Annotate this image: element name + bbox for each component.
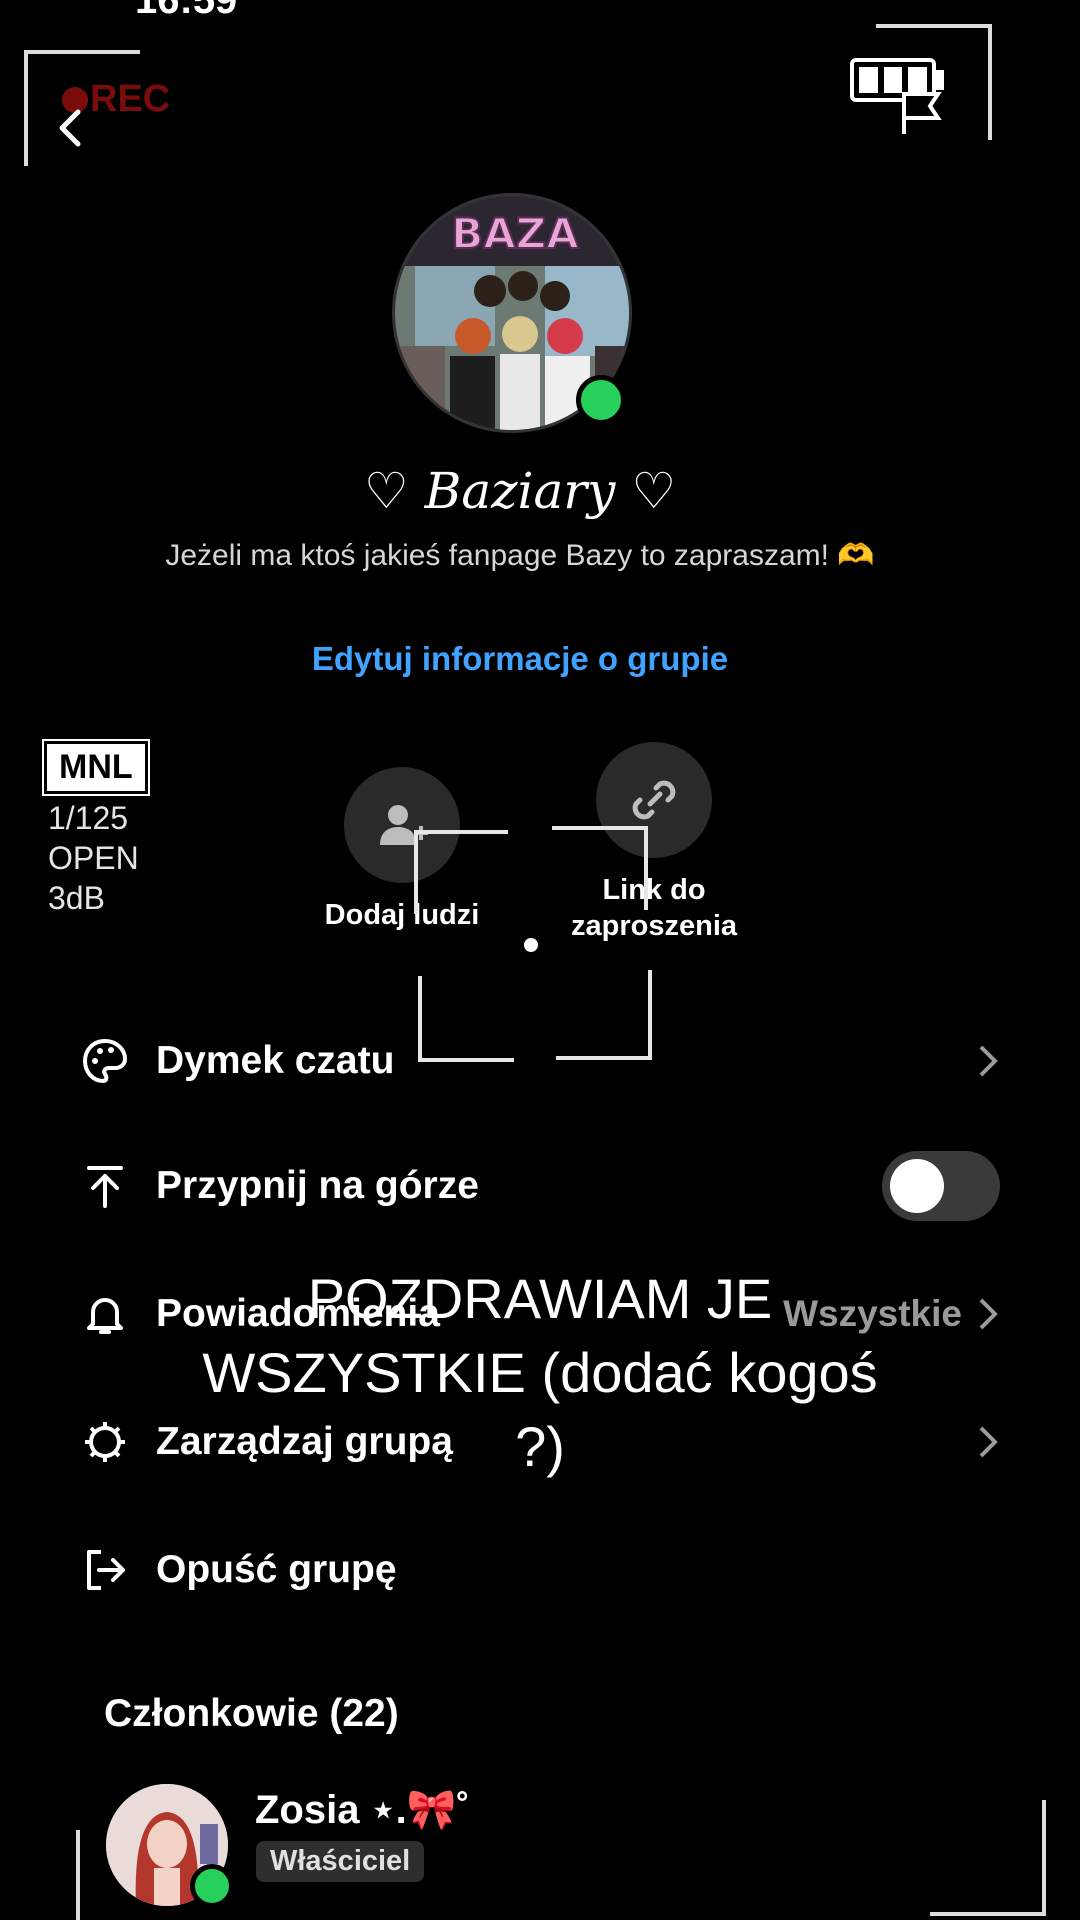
toggle-knob — [890, 1159, 944, 1213]
pin-top-toggle[interactable] — [882, 1151, 1000, 1221]
chat-bubble-label: Dymek czatu — [156, 1039, 395, 1082]
flag-icon — [902, 92, 942, 134]
camera-mode-badge: MNL — [42, 739, 150, 796]
members-title: Członkowie (22) — [104, 1692, 399, 1735]
viewfinder-corner-bottom-left — [76, 1830, 80, 1920]
group-name: ♡ Baziary ♡ — [363, 462, 677, 520]
status-time: 16:59 — [135, 0, 238, 22]
chevron-right-icon — [979, 1426, 998, 1458]
focus-corner-tl — [414, 830, 508, 914]
edit-group-info-link[interactable]: Edytuj informacje o grupie — [0, 640, 1040, 678]
palette-icon — [80, 1036, 130, 1086]
member-role-badge: Właściciel — [256, 1841, 425, 1882]
focus-corner-tr — [552, 826, 648, 910]
settings-row-leave-group[interactable]: Opuść grupę — [80, 1530, 1000, 1610]
group-description: Jeżeli ma ktoś jakieś fanpage Bazy to za… — [165, 539, 875, 572]
chevron-right-icon — [979, 1298, 998, 1330]
rec-label: REC — [90, 78, 171, 120]
settings-row-pin-top[interactable]: Przypnij na górze — [80, 1146, 1000, 1226]
leave-group-label: Opuść grupę — [156, 1548, 397, 1591]
camera-settings: 1/125 OPEN 3dB — [48, 798, 139, 918]
viewfinder-corner-bottom-right — [930, 1800, 1046, 1916]
camera-shutter: 1/125 — [48, 800, 129, 836]
video-caption-overlay: POZDRAWIAM JE WSZYSTKIE (dodać kogoś ?) — [202, 1267, 878, 1478]
camera-aperture: OPEN — [48, 840, 139, 876]
bell-icon — [80, 1289, 130, 1339]
gear-icon — [80, 1417, 130, 1467]
settings-row-chat-bubble[interactable]: Dymek czatu — [80, 1021, 1000, 1101]
pin-top-label: Przypnij na górze — [156, 1164, 479, 1207]
chevron-right-icon — [979, 1045, 998, 1077]
member-name: Zosia ⋆.🎀˚ — [255, 1788, 470, 1832]
pin-top-icon — [80, 1161, 130, 1211]
camera-gain: 3dB — [48, 880, 105, 916]
link-icon — [632, 780, 676, 820]
avatar-baza-text: BAZA — [451, 209, 579, 258]
exit-icon — [80, 1545, 130, 1595]
member-online-dot — [190, 1864, 234, 1908]
focus-center-dot — [524, 938, 538, 952]
back-chevron-icon[interactable] — [52, 108, 92, 148]
group-online-dot — [576, 375, 626, 425]
